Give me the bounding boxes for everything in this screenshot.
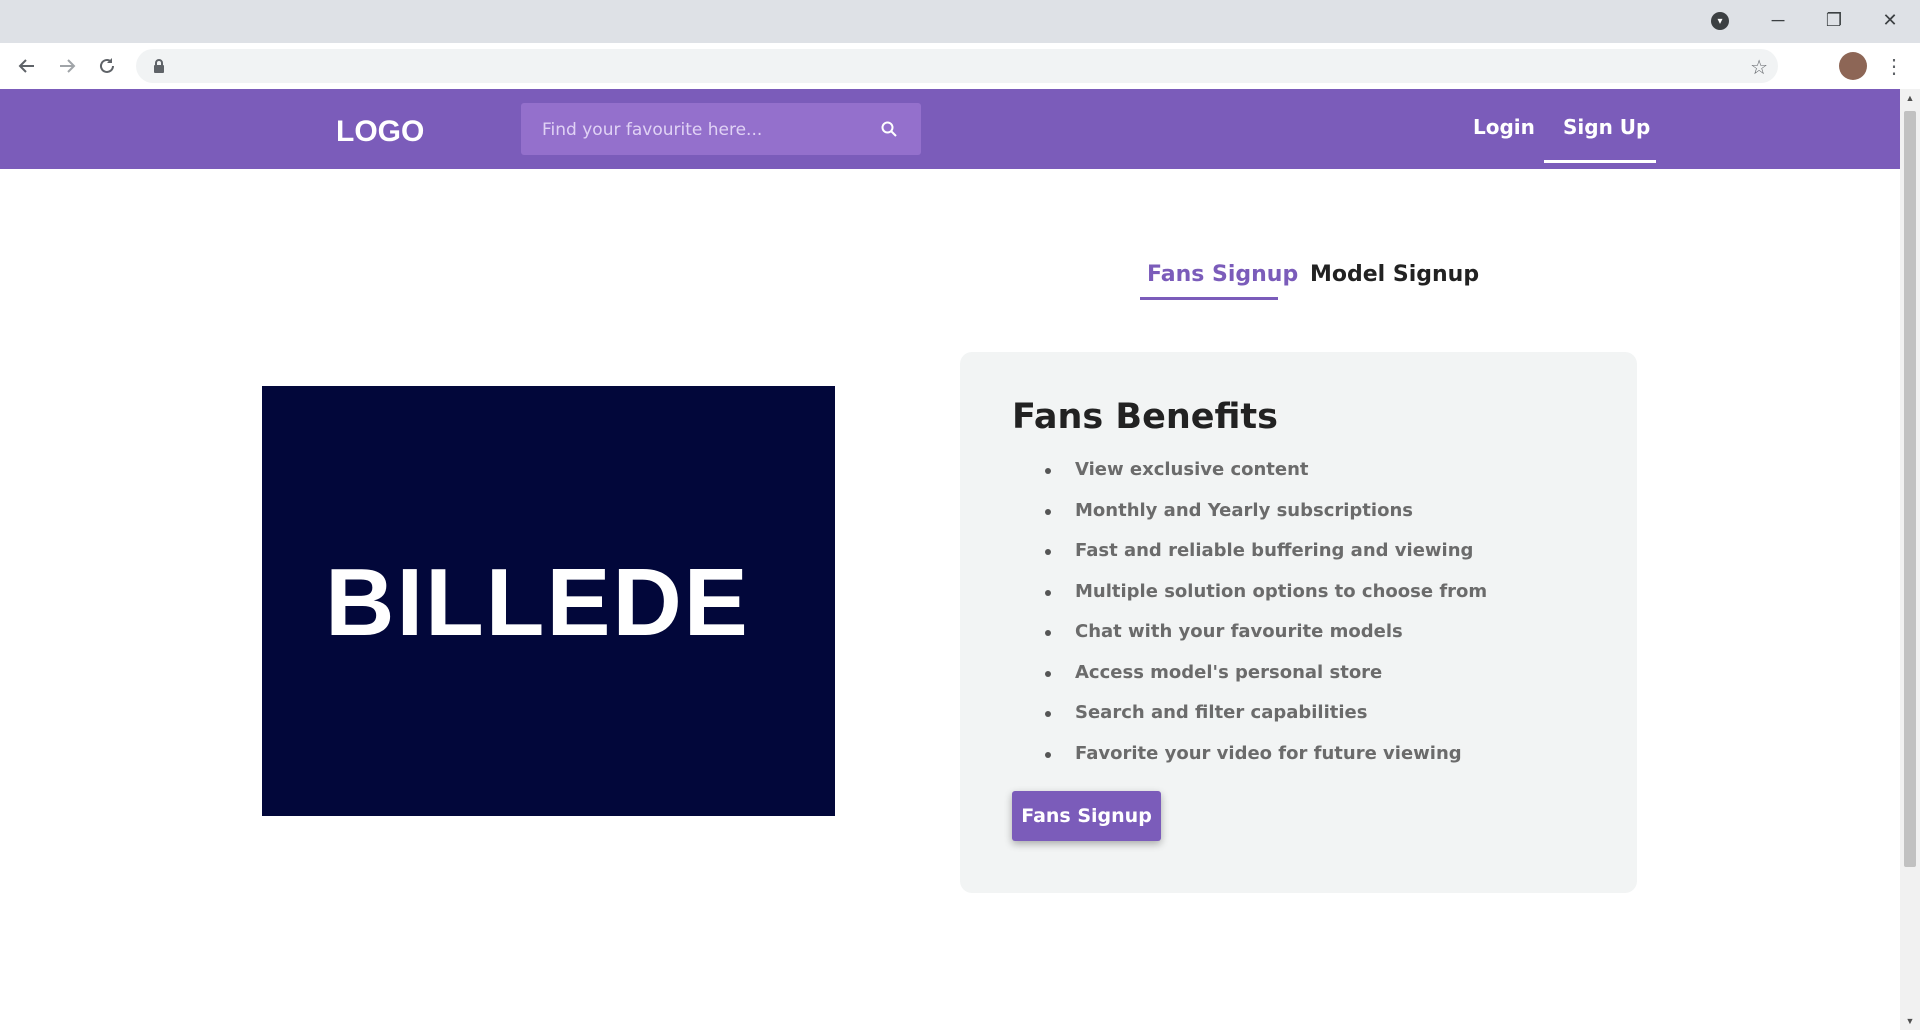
- tab-fans-signup[interactable]: Fans Signup: [1147, 262, 1298, 287]
- more-menu-icon[interactable]: ⋮: [1882, 51, 1906, 81]
- benefit-text: Chat with your favourite models: [1075, 621, 1403, 642]
- benefit-text: Fast and reliable buffering and viewing: [1075, 540, 1474, 561]
- fans-signup-button[interactable]: Fans Signup: [1012, 791, 1161, 841]
- benefits-list: View exclusive content Monthly and Yearl…: [1012, 458, 1487, 782]
- hero-image-label: BILLEDE: [325, 549, 750, 656]
- bullet-icon: [1045, 589, 1051, 596]
- site-header: LOGO Login Sign Up: [0, 89, 1900, 169]
- lock-icon: [154, 59, 164, 73]
- bullet-icon: [1045, 751, 1051, 758]
- tab-search-icon[interactable]: ▾: [1711, 12, 1729, 30]
- search-icon[interactable]: [880, 120, 898, 138]
- profile-avatar[interactable]: [1839, 52, 1867, 80]
- reload-icon[interactable]: [92, 51, 122, 81]
- benefit-text: Favorite your video for future viewing: [1075, 742, 1462, 764]
- tab-model-signup[interactable]: Model Signup: [1310, 262, 1479, 287]
- bookmark-star-icon[interactable]: ☆: [1750, 55, 1768, 80]
- benefit-text: Access model's personal store: [1075, 661, 1383, 683]
- list-item: Access model's personal store: [1012, 661, 1487, 702]
- search-box: [521, 103, 921, 157]
- bullet-icon: [1045, 630, 1051, 636]
- list-item: Monthly and Yearly subscriptions: [1012, 499, 1487, 540]
- tab-active-indicator: [1140, 297, 1278, 300]
- minimize-button[interactable]: ─: [1750, 0, 1806, 40]
- list-item: Chat with your favourite models: [1012, 620, 1487, 661]
- scroll-up-icon[interactable]: ▲: [1900, 89, 1920, 107]
- scroll-down-icon[interactable]: ▼: [1900, 1012, 1920, 1030]
- benefit-text: View exclusive content: [1075, 459, 1309, 480]
- list-item: Favorite your video for future viewing: [1012, 742, 1487, 783]
- list-item: View exclusive content: [1012, 458, 1487, 499]
- browser-titlebar: ▾ ─ ❐ ✕: [0, 0, 1920, 43]
- benefit-text: Multiple solution options to choose from: [1075, 580, 1488, 602]
- bullet-icon: [1045, 549, 1051, 555]
- signup-active-indicator: [1544, 160, 1656, 163]
- benefit-text: Monthly and Yearly subscriptions: [1075, 499, 1413, 521]
- login-link[interactable]: Login: [1473, 115, 1535, 139]
- bullet-icon: [1045, 508, 1051, 515]
- scroll-thumb[interactable]: [1904, 111, 1916, 867]
- address-bar[interactable]: ☆: [136, 49, 1778, 83]
- browser-toolbar: ☆ ⋮: [0, 43, 1920, 90]
- bullet-icon: [1045, 468, 1051, 474]
- signup-link[interactable]: Sign Up: [1563, 115, 1650, 139]
- list-item: Fast and reliable buffering and viewing: [1012, 539, 1487, 580]
- benefit-text: Search and filter capabilities: [1075, 702, 1368, 723]
- forward-arrow-icon[interactable]: [52, 51, 82, 81]
- logo[interactable]: LOGO: [336, 115, 424, 149]
- page-scrollbar[interactable]: ▲ ▼: [1900, 89, 1920, 1030]
- back-arrow-icon[interactable]: [12, 51, 42, 81]
- close-button[interactable]: ✕: [1862, 0, 1918, 40]
- search-input[interactable]: [521, 103, 884, 157]
- bullet-icon: [1045, 711, 1051, 717]
- bullet-icon: [1045, 670, 1051, 677]
- card-title: Fans Benefits: [1012, 397, 1278, 437]
- restore-button[interactable]: ❐: [1806, 0, 1862, 40]
- list-item: Search and filter capabilities: [1012, 701, 1487, 742]
- list-item: Multiple solution options to choose from: [1012, 580, 1487, 621]
- hero-image: BILLEDE: [262, 386, 835, 816]
- benefits-card: Fans Benefits View exclusive content Mon…: [960, 352, 1637, 893]
